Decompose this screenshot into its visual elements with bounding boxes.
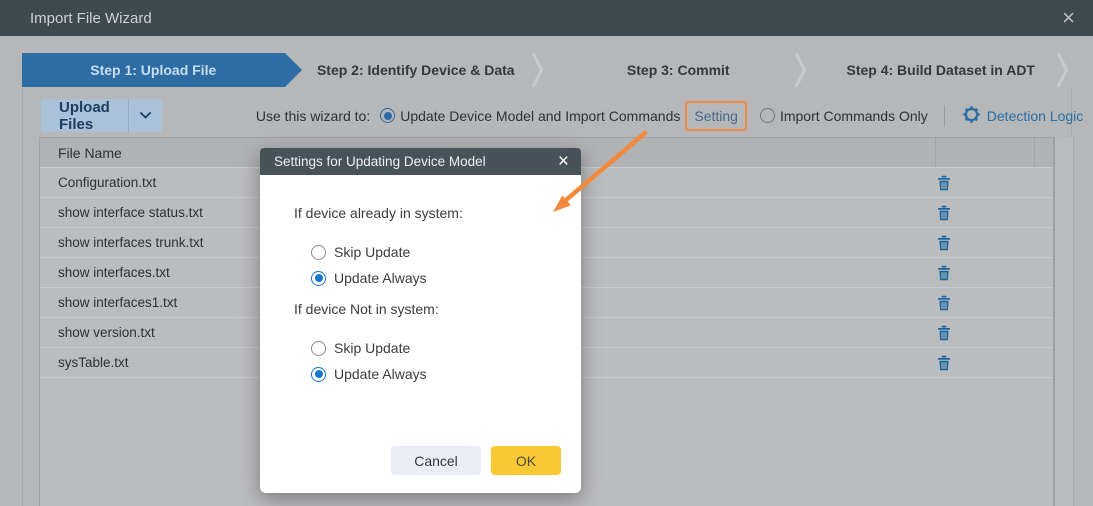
radio-unselected-icon: [311, 245, 326, 260]
modal-title: Settings for Updating Device Model: [274, 154, 486, 169]
step-label: Step 4: Build Dataset in ADT: [846, 62, 1035, 78]
step-4-build-dataset-adt[interactable]: Step 4: Build Dataset in ADT: [810, 53, 1073, 87]
radio-label: Skip Update: [334, 340, 410, 356]
delete-file-icon[interactable]: [936, 355, 952, 371]
step-3-commit[interactable]: Step 3: Commit: [547, 53, 810, 87]
radio-import-commands-only[interactable]: Import Commands Only: [760, 108, 928, 124]
delete-file-icon[interactable]: [936, 295, 952, 311]
step-label: Step 1: Upload File: [90, 62, 216, 78]
radio-label: Import Commands Only: [780, 108, 928, 124]
titlebar: Import File Wizard ×: [0, 0, 1093, 36]
file-name: show interfaces.txt: [58, 265, 170, 280]
radio-update-always-new[interactable]: Update Always: [311, 361, 561, 387]
radio-label: Update Device Model and Import Commands: [400, 108, 680, 124]
wizard-options: Use this wizard to: Update Device Model …: [256, 105, 1083, 127]
file-name: sysTable.txt: [58, 355, 129, 370]
chevron-separator-icon: [532, 68, 544, 87]
setting-link[interactable]: Setting: [694, 108, 738, 124]
chevron-down-icon[interactable]: [129, 112, 162, 119]
step-1-upload-file[interactable]: Step 1: Upload File: [22, 53, 285, 87]
file-name: show interfaces trunk.txt: [58, 235, 204, 250]
column-divider: [935, 138, 936, 167]
delete-file-icon[interactable]: [936, 265, 952, 281]
delete-file-icon[interactable]: [936, 235, 952, 251]
upload-files-button[interactable]: Upload Files: [41, 99, 162, 132]
section-label-device-in-system: If device already in system:: [294, 205, 561, 225]
radio-selected-icon: [311, 367, 326, 382]
section-label-device-not-in-system: If device Not in system:: [294, 301, 561, 321]
detection-logic-link[interactable]: Detection Logic: [963, 106, 1084, 126]
step-label: Step 3: Commit: [627, 62, 730, 78]
modal-titlebar: Settings for Updating Device Model ×: [260, 148, 581, 175]
upload-files-label: Upload Files: [41, 99, 128, 133]
cancel-button[interactable]: Cancel: [391, 446, 481, 475]
delete-file-icon[interactable]: [936, 175, 952, 191]
radio-unselected-icon: [311, 341, 326, 356]
file-name: Configuration.txt: [58, 175, 156, 190]
radio-label: Skip Update: [334, 244, 410, 260]
modal-body: If device already in system: Skip Update…: [260, 175, 581, 493]
file-name: show interface status.txt: [58, 205, 203, 220]
column-divider: [1034, 138, 1035, 167]
step-label: Step 2: Identify Device & Data: [317, 62, 515, 78]
settings-modal: Settings for Updating Device Model × If …: [260, 148, 581, 493]
radio-skip-update-existing[interactable]: Skip Update: [311, 239, 561, 265]
radio-selected-icon: [311, 271, 326, 286]
radio-update-always-existing[interactable]: Update Always: [311, 265, 561, 291]
file-name: show interfaces1.txt: [58, 295, 177, 310]
window-close-icon[interactable]: ×: [1062, 7, 1075, 29]
detection-logic-label: Detection Logic: [987, 108, 1084, 124]
radio-skip-update-new[interactable]: Skip Update: [311, 335, 561, 361]
step-2-identify-device-data[interactable]: Step 2: Identify Device & Data: [285, 53, 548, 87]
modal-buttons: Cancel OK: [294, 446, 561, 475]
ok-button[interactable]: OK: [491, 446, 561, 475]
gear-icon: [963, 106, 980, 126]
import-file-wizard-window: Import File Wizard × Step 1: Upload File…: [0, 0, 1093, 506]
chevron-separator-icon: [794, 68, 806, 87]
window-title: Import File Wizard: [30, 10, 152, 27]
delete-file-icon[interactable]: [936, 205, 952, 221]
delete-file-icon[interactable]: [936, 325, 952, 341]
radio-update-device-model[interactable]: Update Device Model and Import Commands: [380, 108, 680, 124]
use-wizard-label: Use this wizard to:: [256, 108, 370, 124]
radio-unselected-icon: [760, 108, 775, 123]
radio-label: Update Always: [334, 366, 427, 382]
table-scrollbar[interactable]: [1054, 137, 1074, 506]
vertical-divider: [944, 105, 945, 127]
radio-selected-icon: [380, 108, 395, 123]
wizard-steps: Step 1: Upload File Step 2: Identify Dev…: [22, 53, 1072, 87]
modal-close-icon[interactable]: ×: [558, 152, 569, 171]
toolbar: Upload Files Use this wizard to: Update …: [41, 99, 1057, 132]
setting-label: Setting: [694, 108, 738, 124]
radio-label: Update Always: [334, 270, 427, 286]
file-name: show version.txt: [58, 325, 155, 340]
chevron-separator-icon: [1057, 68, 1069, 87]
file-name-column-header: File Name: [58, 145, 122, 161]
